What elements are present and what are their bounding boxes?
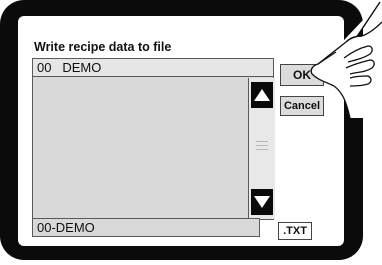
- scrollbar[interactable]: [248, 78, 275, 219]
- recipe-number: 00: [37, 60, 52, 75]
- list-item-label: 00 DEMO: [37, 60, 101, 75]
- hand-pointer-icon: [310, 1, 382, 118]
- scroll-up-button[interactable]: [251, 82, 273, 108]
- scroll-down-button[interactable]: [251, 189, 273, 215]
- recipe-list[interactable]: 00 DEMO: [32, 58, 275, 220]
- dialog-title: Write recipe data to file: [34, 40, 172, 54]
- list-item[interactable]: 00 DEMO: [33, 59, 273, 77]
- scroll-thumb[interactable]: [256, 138, 268, 156]
- up-arrow-icon: [254, 89, 270, 101]
- down-arrow-icon: [254, 196, 270, 208]
- filename-value: 00-DEMO: [37, 220, 95, 235]
- recipe-name: DEMO: [62, 60, 102, 75]
- extension-button[interactable]: .TXT: [278, 222, 312, 240]
- filename-field[interactable]: 00-DEMO: [32, 218, 260, 237]
